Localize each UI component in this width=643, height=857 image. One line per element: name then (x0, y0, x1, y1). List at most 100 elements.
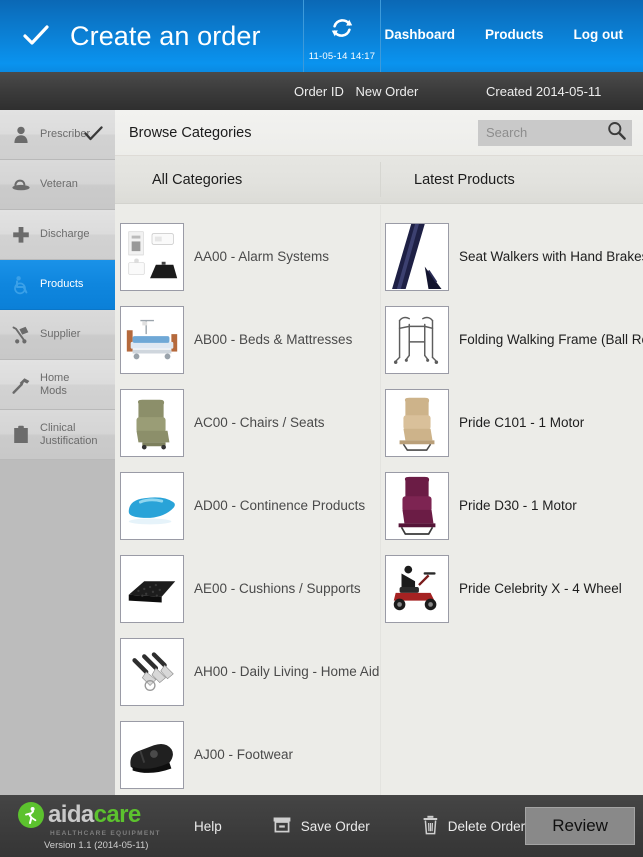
sidebar-item-label: Home Mods (40, 371, 70, 397)
browse-title: Browse Categories (129, 124, 252, 141)
list-item[interactable]: Pride Celebrity X - 4 Wheel (380, 547, 643, 630)
version-text: Version 1.1 (2014-05-11) (44, 839, 149, 851)
nav-products[interactable]: Products (485, 27, 544, 42)
list-item-label: AA00 - Alarm Systems (194, 249, 330, 264)
column-headers: All Categories Latest Products (115, 156, 643, 204)
logo-secondary-text: care (93, 800, 142, 828)
footer-toolbar: aidacare HEALTHCARE EQUIPMENT Version 1.… (0, 795, 643, 857)
hand-truck-icon (10, 323, 32, 347)
lift-chair-tan-thumb (385, 388, 449, 457)
list-item-label: Pride Celebrity X - 4 Wheel (459, 581, 622, 596)
list-item[interactable]: AB00 - Beds & Mattresses (115, 298, 380, 381)
help-button[interactable]: Help (194, 819, 222, 834)
sidebar-item-label: Discharge (40, 228, 90, 241)
hat-icon (10, 173, 32, 197)
list-item[interactable]: AE00 - Cushions / Supports (115, 547, 380, 630)
sidebar-item-discharge[interactable]: Discharge (0, 210, 115, 260)
list-item-label: AE00 - Cushions / Supports (194, 581, 361, 596)
header-title-group: Create an order (0, 0, 303, 72)
continence-thumb (120, 471, 184, 540)
list-item[interactable]: AA00 - Alarm Systems (115, 215, 380, 298)
nav-dashboard[interactable]: Dashboard (384, 27, 455, 42)
refresh-icon (329, 15, 355, 46)
save-label: Save Order (300, 818, 370, 834)
list-item[interactable]: AH00 - Daily Living - Home Aid (115, 630, 380, 713)
sidebar-item-prescriber[interactable]: Prescriber (0, 110, 115, 160)
column-header-products: Latest Products (414, 171, 515, 188)
order-info-bar: Order ID New Order Created 2014-05-11 (0, 72, 643, 110)
check-icon (84, 125, 103, 144)
sidebar-item-veteran[interactable]: Veteran (0, 160, 115, 210)
cutlery-thumb (120, 637, 184, 706)
recliner-chair-thumb (120, 388, 184, 457)
list-item[interactable]: AJ00 - Footwear (115, 713, 380, 795)
save-order-button[interactable]: Save Order (272, 816, 370, 837)
trash-icon (422, 815, 439, 838)
list-item-label: Seat Walkers with Hand Brakes (459, 249, 643, 264)
review-label: Review (552, 816, 608, 835)
archive-box-icon (272, 816, 292, 837)
refresh-timestamp: 11-05-14 14:17 (308, 50, 376, 62)
list-item-label: Folding Walking Frame (Ball Re (459, 332, 643, 347)
sidebar-item-home-mods[interactable]: Home Mods (0, 360, 115, 410)
sidebar-item-label: Prescriber (40, 128, 91, 141)
search-input[interactable] (486, 125, 602, 140)
sidebar-item-label: Products (40, 278, 84, 291)
list-item-label: Pride D30 - 1 Motor (459, 498, 577, 513)
list-item[interactable]: Folding Walking Frame (Ball Re (380, 298, 643, 381)
seat-walker-thumb (385, 222, 449, 291)
app-root: Create an order 11-05-14 14:17 Dashboard… (0, 0, 643, 857)
list-item[interactable]: AC00 - Chairs / Seats (115, 381, 380, 464)
footer-actions: Help Save Order Delete Order Review (190, 807, 643, 845)
list-item-label: Pride C101 - 1 Motor (459, 415, 585, 430)
sidebar-item-supplier[interactable]: Supplier (0, 310, 115, 360)
review-button[interactable]: Review (525, 807, 636, 845)
order-id-group: Order ID New Order (294, 84, 418, 99)
clipboard-icon (10, 423, 32, 447)
delete-label: Delete Order (447, 818, 526, 834)
sidebar-item-label: Clinical Justification (40, 421, 98, 447)
list-item[interactable]: Pride C101 - 1 Motor (380, 381, 643, 464)
sidebar: Prescriber Veteran Discharge Products Su… (0, 110, 115, 795)
bed-thumb (120, 305, 184, 374)
list-item-label: AB00 - Beds & Mattresses (194, 332, 353, 347)
sidebar-item-products[interactable]: Products (0, 260, 115, 310)
categories-list: AA00 - Alarm Systems AB00 - Beds & Mattr… (115, 205, 380, 795)
wheelchair-icon (10, 273, 32, 297)
order-id-value: New Order (355, 83, 419, 99)
search-box[interactable] (478, 119, 632, 146)
medical-cross-icon (10, 223, 32, 247)
list-item-label: AH00 - Daily Living - Home Aid (194, 664, 380, 679)
list-item[interactable]: Seat Walkers with Hand Brakes (380, 215, 643, 298)
footwear-thumb (120, 720, 184, 789)
refresh-button[interactable]: 11-05-14 14:17 (303, 0, 381, 72)
page-title: Create an order (70, 20, 261, 51)
lists-region: AA00 - Alarm Systems AB00 - Beds & Mattr… (115, 205, 643, 795)
list-item-label: AD00 - Continence Products (194, 498, 366, 513)
order-created-date: Created 2014-05-11 (486, 83, 602, 99)
sidebar-item-label: Supplier (40, 328, 81, 341)
header-nav: Dashboard Products Log out (381, 0, 643, 72)
magnifier-icon[interactable] (607, 121, 626, 145)
help-label: Help (194, 818, 222, 834)
logo-tagline: HEALTHCARE EQUIPMENT (50, 829, 161, 837)
list-item-label: AC00 - Chairs / Seats (194, 415, 325, 430)
top-header: Create an order 11-05-14 14:17 Dashboard… (0, 0, 643, 72)
main-panel: Browse Categories All Categories Latest … (115, 110, 643, 795)
column-header-categories: All Categories (152, 171, 243, 188)
nav-logout[interactable]: Log out (574, 27, 623, 42)
sidebar-item-clinical-justification[interactable]: Clinical Justification (0, 410, 115, 460)
scooter-thumb (385, 554, 449, 623)
browse-header: Browse Categories (115, 110, 643, 156)
list-item-label: AJ00 - Footwear (194, 747, 294, 762)
alarm-systems-thumb (120, 222, 184, 291)
order-id-label: Order ID (294, 83, 344, 99)
list-item[interactable]: Pride D30 - 1 Motor (380, 464, 643, 547)
list-item[interactable]: AD00 - Continence Products (115, 464, 380, 547)
delete-order-button[interactable]: Delete Order (422, 815, 525, 838)
lift-chair-purple-thumb (385, 471, 449, 540)
sidebar-item-label: Veteran (40, 178, 78, 191)
brand-logo: aidacare HEALTHCARE EQUIPMENT Version 1.… (0, 800, 190, 851)
cushion-thumb (120, 554, 184, 623)
walking-frame-thumb (385, 305, 449, 374)
